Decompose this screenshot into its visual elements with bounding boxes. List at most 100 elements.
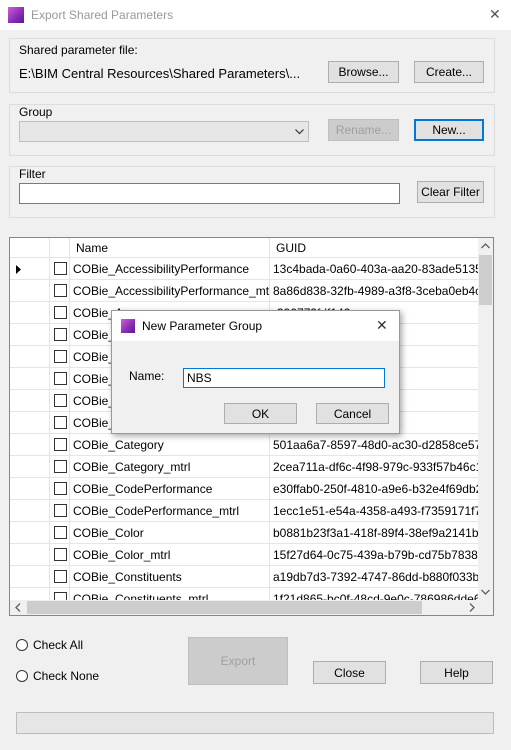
row-header[interactable] [10,478,50,500]
row-checkbox[interactable] [54,438,67,451]
horizontal-scroll-thumb[interactable] [27,601,422,614]
close-button[interactable]: Close [313,661,386,684]
row-name[interactable]: COBie_Color [70,522,270,544]
table-row[interactable]: COBie_AccessibilityPerformance 13c4bada-0… [10,258,480,280]
row-header[interactable] [10,302,50,324]
dialog-title: New Parameter Group [142,319,263,333]
new-group-button[interactable]: New... [414,119,484,141]
row-name[interactable]: COBie_Constituents [70,566,270,588]
vertical-scrollbar[interactable] [478,238,493,600]
row-name[interactable]: COBie_Category [70,434,270,456]
row-guid[interactable]: 1ecc1e51-e54a-4358-a493-f7359171f729 [270,500,480,522]
row-checkbox[interactable] [54,394,67,407]
row-header[interactable] [10,368,50,390]
row-checkbox[interactable] [54,328,67,341]
dialog-close-icon[interactable]: ✕ [376,317,388,334]
column-header-guid[interactable]: GUID [270,238,480,258]
row-header[interactable] [10,522,50,544]
row-guid[interactable]: 8a86d838-32fb-4989-a3f8-3ceba0eb4c33 [270,280,480,302]
check-none-label[interactable]: Check None [33,669,99,683]
row-checkbox[interactable] [54,526,67,539]
row-name[interactable]: COBie_CodePerformance [70,478,270,500]
row-header[interactable] [10,500,50,522]
row-header[interactable] [10,434,50,456]
row-guid[interactable]: e30ffab0-250f-4810-a9e6-b32e4f69db2f [270,478,480,500]
row-header[interactable] [10,412,50,434]
shared-file-path: E:\BIM Central Resources\Shared Paramete… [19,66,301,81]
row-header[interactable] [10,390,50,412]
row-checkbox[interactable] [54,570,67,583]
scroll-down-icon[interactable] [481,589,490,595]
row-guid[interactable]: a19db7d3-7392-4747-86dd-b880f033b77a [270,566,480,588]
row-checkbox[interactable] [54,284,67,297]
row-header[interactable] [10,324,50,346]
row-checkbox[interactable] [54,306,67,319]
table-row[interactable]: COBie_Category 501aa6a7-8597-48d0-ac30-d2… [10,434,480,456]
row-header[interactable] [10,456,50,478]
table-row[interactable]: COBie_CodePerformance e30ffab0-250f-4810-… [10,478,480,500]
row-header[interactable] [10,544,50,566]
row-checkbox[interactable] [54,416,67,429]
row-guid[interactable]: 501aa6a7-8597-48d0-ac30-d2858ce57060 [270,434,480,456]
row-guid[interactable]: b0881b23f3a1-418f-89f4-38ef9a2141b3 [270,522,480,544]
row-name[interactable]: COBie_AccessibilityPerformance_mtrl [70,280,270,302]
current-row-arrow-icon [16,265,21,274]
export-button[interactable]: Export [188,637,288,685]
dialog-cancel-button[interactable]: Cancel [316,403,389,424]
row-checkbox-cell [50,280,70,302]
check-all-label[interactable]: Check All [33,638,83,652]
scroll-corner [478,600,493,615]
horizontal-scrollbar[interactable] [10,600,480,615]
scroll-up-icon[interactable] [481,243,490,249]
row-checkbox-cell [50,434,70,456]
row-checkbox[interactable] [54,460,67,473]
row-checkbox[interactable] [54,372,67,385]
column-header-name[interactable]: Name [70,238,270,258]
check-all-radio[interactable] [16,639,28,651]
row-guid[interactable]: 13c4bada-0a60-403a-aa20-83ade513531b [270,258,480,280]
row-header[interactable] [10,346,50,368]
table-row[interactable]: COBie_Color_mtrl 15f27d64-0c75-439a-b79b-… [10,544,480,566]
scroll-left-icon[interactable] [15,603,21,612]
dialog-ok-button[interactable]: OK [224,403,297,424]
row-checkbox-cell [50,390,70,412]
row-name[interactable]: COBie_CodePerformance_mtrl [70,500,270,522]
scroll-right-icon[interactable] [469,603,475,612]
clear-filter-button[interactable]: Clear Filter [417,181,484,203]
row-name[interactable]: COBie_AccessibilityPerformance [70,258,270,280]
row-checkbox-cell [50,566,70,588]
row-name[interactable]: COBie_Category_mtrl [70,456,270,478]
filter-input[interactable] [19,183,400,204]
group-select[interactable] [19,121,309,142]
row-guid[interactable]: 2cea711a-df6c-4f98-979c-933f57b46c17 [270,456,480,478]
table-row[interactable]: COBie_AccessibilityPerformance_mtrl 8a86d… [10,280,480,302]
row-checkbox[interactable] [54,548,67,561]
check-none-radio[interactable] [16,670,28,682]
table-row[interactable]: COBie_Constituents a19db7d3-7392-4747-86d… [10,566,480,588]
row-checkbox-cell [50,302,70,324]
row-checkbox[interactable] [54,262,67,275]
row-checkbox[interactable] [54,482,67,495]
row-header[interactable] [10,280,50,302]
row-guid[interactable]: 15f27d64-0c75-439a-b79b-cd75b7838bbd [270,544,480,566]
row-header[interactable] [10,258,50,280]
row-checkbox-cell [50,258,70,280]
row-header-column [10,238,50,258]
table-row[interactable]: COBie_CodePerformance_mtrl 1ecc1e51-e54a-… [10,500,480,522]
row-checkbox-cell [50,346,70,368]
row-name[interactable]: COBie_Color_mtrl [70,544,270,566]
browse-button[interactable]: Browse... [328,61,399,83]
group-name-input[interactable] [183,368,385,388]
window-close-icon[interactable]: ✕ [489,6,501,23]
row-header[interactable] [10,566,50,588]
help-button[interactable]: Help [420,661,493,684]
dialog-name-label: Name: [129,369,165,383]
row-checkbox[interactable] [54,504,67,517]
vertical-scroll-thumb[interactable] [479,255,492,305]
create-button[interactable]: Create... [414,61,484,83]
dialog-title-bar: New Parameter Group ✕ [112,311,399,341]
rename-button[interactable]: Rename... [328,119,399,141]
row-checkbox[interactable] [54,350,67,363]
table-row[interactable]: COBie_Color b0881b23f3a1-418f-89f4-38ef9a… [10,522,480,544]
table-row[interactable]: COBie_Category_mtrl 2cea711a-df6c-4f98-97… [10,456,480,478]
